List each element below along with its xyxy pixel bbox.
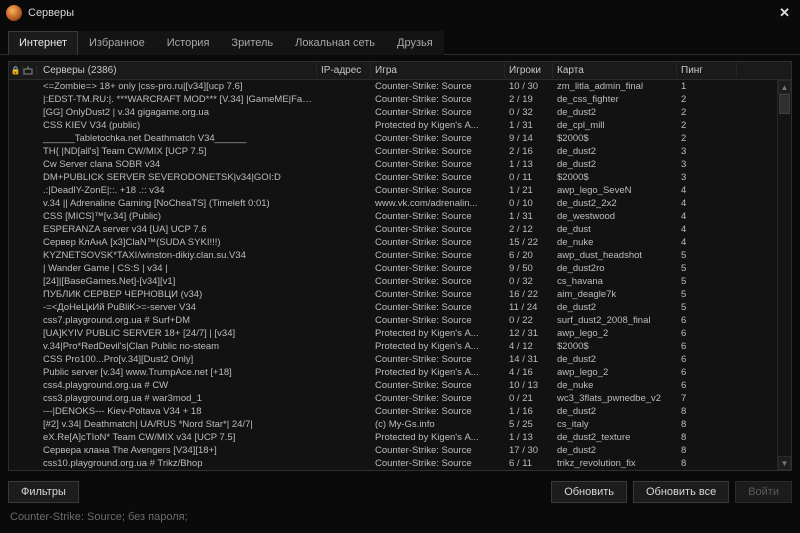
app-icon (6, 5, 22, 21)
tab-5[interactable]: Друзья (386, 31, 444, 55)
column-players[interactable]: Игроки (505, 63, 553, 78)
column-ping[interactable]: Пинг (677, 63, 737, 78)
filters-button[interactable]: Фильтры (8, 481, 79, 503)
tab-2[interactable]: История (156, 31, 221, 55)
server-browser-window: Серверы ✕ ИнтернетИзбранноеИсторияЗрител… (0, 0, 800, 533)
scroll-track[interactable] (778, 94, 791, 456)
join-button[interactable]: Войти (735, 481, 792, 503)
tab-4[interactable]: Локальная сеть (284, 31, 386, 55)
server-game: Counter-Strike: Source (371, 456, 505, 470)
lock-icon: 🔒 (11, 66, 21, 75)
column-headers: 🔒 Серверы (2386) IP-адрес Игра Игроки Ка… (9, 62, 791, 80)
bot-icon (23, 66, 36, 76)
column-bots[interactable] (23, 66, 37, 76)
scrollbar[interactable]: ▲ ▼ (777, 80, 791, 470)
server-list-panel: 🔒 Серверы (2386) IP-адрес Игра Игроки Ка… (8, 61, 792, 471)
tab-0[interactable]: Интернет (8, 31, 78, 55)
status-text: Counter-Strike: Source; без пароля; (0, 509, 800, 533)
tab-3[interactable]: Зритель (220, 31, 284, 55)
titlebar: Серверы ✕ (0, 0, 800, 26)
column-game[interactable]: Игра (371, 63, 505, 78)
tab-bar: ИнтернетИзбранноеИсторияЗрительЛокальная… (0, 26, 800, 55)
scroll-thumb[interactable] (779, 94, 790, 114)
tab-1[interactable]: Избранное (78, 31, 156, 55)
scroll-up-icon[interactable]: ▲ (778, 80, 791, 94)
server-ping: 8 (677, 456, 737, 470)
refresh-all-button[interactable]: Обновить все (633, 481, 729, 503)
column-password[interactable]: 🔒 (9, 65, 23, 76)
server-rows: <=Zombie=> 18+ only |css-pro.ru|[v34][uc… (9, 80, 791, 470)
server-row[interactable]: css10.playground.org.ua # Trikz/Bhop Coun… (9, 457, 791, 470)
close-icon[interactable]: ✕ (775, 3, 794, 23)
server-name: css10.playground.org.ua # Trikz/Bhop (37, 456, 317, 470)
footer-bar: Фильтры Обновить Обновить все Войти (0, 475, 800, 509)
column-ip[interactable]: IP-адрес (317, 63, 371, 78)
refresh-button[interactable]: Обновить (551, 481, 627, 503)
server-map: trikz_revolution_fix (553, 456, 677, 470)
scroll-down-icon[interactable]: ▼ (778, 456, 791, 470)
server-players: 6 / 11 (505, 456, 553, 470)
column-servers[interactable]: Серверы (2386) (37, 63, 317, 78)
window-title: Серверы (28, 7, 74, 19)
column-map[interactable]: Карта (553, 63, 677, 78)
